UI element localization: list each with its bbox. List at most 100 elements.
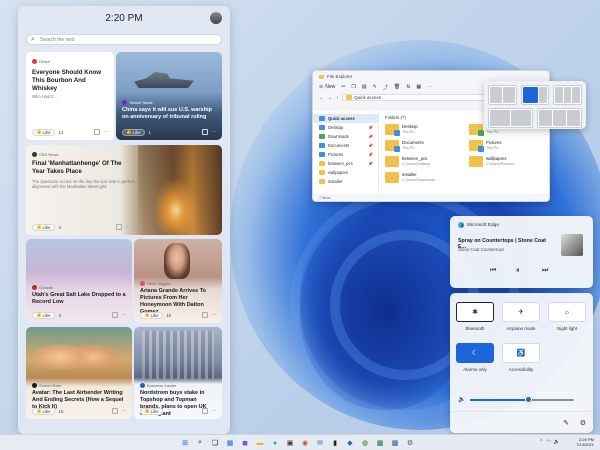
more-icon[interactable]: ⋯ (104, 129, 108, 135)
news-card[interactable]: CBS News Final 'Manhattanhenge' Of The Y… (26, 145, 222, 235)
folder-tile-installer[interactable]: installer C:\Users\Downloads (385, 172, 459, 183)
folder-tile-documents[interactable]: Documents This PC (385, 140, 459, 152)
nav-item-wallpapers[interactable]: wallpapers (313, 168, 378, 177)
mail-icon[interactable]: ✉ (315, 438, 325, 448)
save-icon[interactable] (115, 224, 122, 230)
airplane-mode-toggle[interactable]: ✈ (502, 302, 540, 322)
pause-icon[interactable]: ⏸ (516, 267, 520, 275)
like-button[interactable]: 👍 Like (32, 311, 55, 319)
xbox-icon[interactable]: ◍ (360, 438, 370, 448)
next-icon[interactable]: ⏭ (542, 267, 548, 275)
sort-icon[interactable]: ⇅ (406, 84, 410, 90)
like-button[interactable]: 👍 Like (32, 407, 55, 415)
snap-zone[interactable] (490, 87, 502, 103)
snap-layout-grid[interactable] (537, 108, 582, 128)
like-button[interactable]: 👍 Like (32, 223, 55, 231)
snap-layout-two-thirds[interactable] (520, 85, 550, 105)
more-icon[interactable]: ⋯ (212, 312, 216, 318)
volume-icon[interactable]: 🔈 (554, 439, 560, 445)
edge-icon[interactable]: ● (270, 438, 280, 448)
more-icon[interactable]: ⋯ (427, 84, 432, 90)
chat-icon[interactable]: ◼ (240, 438, 250, 448)
more-icon[interactable]: ⋯ (212, 129, 216, 135)
nav-item-installer[interactable]: installer (313, 177, 378, 186)
snap-zone[interactable] (502, 87, 515, 103)
folder-tile-desktop[interactable]: Desktop This PC (385, 124, 459, 136)
more-icon[interactable]: ⋯ (212, 408, 216, 414)
news-card[interactable]: Screen Rant Avatar: The Last Airbender W… (26, 327, 132, 419)
save-icon[interactable] (201, 129, 208, 135)
word-icon[interactable]: ▩ (390, 438, 400, 448)
address-bar[interactable]: Quick access (342, 93, 485, 101)
file-explorer-icon[interactable]: ▬ (255, 438, 265, 448)
up-icon[interactable]: ↑ (336, 95, 338, 100)
nav-item-between-pcs[interactable]: between_pcs 📌 (313, 159, 378, 168)
save-icon[interactable] (111, 312, 118, 318)
save-icon[interactable] (111, 408, 118, 414)
new-button[interactable]: ⊕ New (319, 84, 335, 90)
snap-zone[interactable] (553, 110, 566, 126)
bluetooth-toggle[interactable]: ✱ (456, 302, 494, 322)
nav-item-downloads[interactable]: Downloads 📌 (313, 132, 378, 141)
snap-zone-selected[interactable] (522, 87, 539, 103)
task-view-icon[interactable]: ❏ (210, 438, 220, 448)
speaker-icon[interactable]: 🔈 (458, 396, 465, 403)
snap-zone[interactable] (539, 87, 548, 103)
copy-icon[interactable]: ❐ (351, 84, 355, 90)
news-card[interactable]: Hello Giggles Ariana Grande Arrives To P… (134, 239, 222, 323)
like-button[interactable]: 👍 Like (140, 311, 163, 319)
like-button[interactable]: 👍 Like (32, 128, 55, 136)
save-icon[interactable] (201, 408, 208, 414)
search-input[interactable]: ⌕ Search the web (26, 34, 222, 45)
snap-zone[interactable] (563, 87, 572, 103)
rename-icon[interactable]: ✎ (373, 84, 377, 90)
like-button[interactable]: 👍 Like (140, 407, 163, 415)
folder-tile-wallpapers[interactable]: wallpapers C:\Users\Pictures (469, 156, 543, 167)
save-icon[interactable] (201, 312, 208, 318)
nav-item-pictures[interactable]: Pictures 📌 (313, 150, 378, 159)
snap-zone[interactable] (555, 87, 563, 103)
news-card[interactable]: Delish Everyone Should Know This Bourbon… (26, 52, 114, 140)
news-card[interactable]: Yahoo! News China says it will sue U.S. … (116, 52, 222, 140)
clock[interactable]: 2:20 PM 7/13/2021 (576, 437, 594, 447)
cut-icon[interactable]: ✂ (341, 84, 345, 90)
system-tray[interactable]: ⌃ ◠ 🔈 (539, 439, 560, 445)
snap-zone[interactable] (567, 110, 580, 126)
news-card[interactable]: Outside Utah's Great Salt Lake Dropped t… (26, 239, 132, 323)
delete-icon[interactable]: 🗑 (394, 84, 400, 90)
share-icon[interactable]: ⤴ (383, 84, 388, 91)
widgets-icon[interactable]: ▦ (225, 438, 235, 448)
paste-icon[interactable]: ▤ (362, 84, 367, 90)
accessibility-toggle[interactable]: ♿ (502, 343, 540, 363)
previous-icon[interactable]: ⏮ (490, 267, 496, 275)
nav-item-quick-access[interactable]: Quick access (313, 114, 378, 123)
more-icon[interactable]: ⋯ (122, 408, 126, 414)
snap-layout-thirds[interactable] (553, 85, 583, 105)
view-icon[interactable]: ▦ (416, 84, 421, 90)
chrome-icon[interactable]: ◉ (300, 438, 310, 448)
edit-icon[interactable]: ✎ (563, 419, 569, 427)
gear-icon[interactable]: ⚙ (580, 419, 586, 427)
store-icon[interactable]: ▣ (285, 438, 295, 448)
wifi-icon[interactable]: ◠ (546, 439, 550, 445)
avatar[interactable] (210, 12, 222, 24)
volume-slider[interactable] (470, 396, 574, 403)
folder-tile-pictures[interactable]: Pictures This PC (469, 140, 543, 152)
forward-icon[interactable]: → (328, 95, 333, 100)
snap-zone[interactable] (490, 110, 510, 126)
terminal-icon[interactable]: ▮ (330, 438, 340, 448)
search-icon[interactable]: ⌕ (195, 438, 205, 448)
more-icon[interactable]: ⋯ (122, 312, 126, 318)
start-icon[interactable]: ⊞ (180, 438, 190, 448)
folder-tile-between-pcs[interactable]: between_pcs C:\Users\Desktop (385, 156, 459, 167)
snap-zone[interactable] (511, 110, 531, 126)
save-icon[interactable] (93, 129, 100, 135)
snap-layout-quarters[interactable] (488, 108, 533, 128)
news-card[interactable]: Business Insider Nordstrom buys stake in… (134, 327, 222, 419)
volume-knob[interactable] (524, 396, 532, 403)
excel-icon[interactable]: ▩ (375, 438, 385, 448)
like-button[interactable]: 👍 Like (122, 128, 145, 136)
alarms-only-toggle[interactable]: ☾ (456, 343, 494, 363)
snap-layout-halves[interactable] (488, 85, 517, 105)
photos-icon[interactable]: ◆ (345, 438, 355, 448)
